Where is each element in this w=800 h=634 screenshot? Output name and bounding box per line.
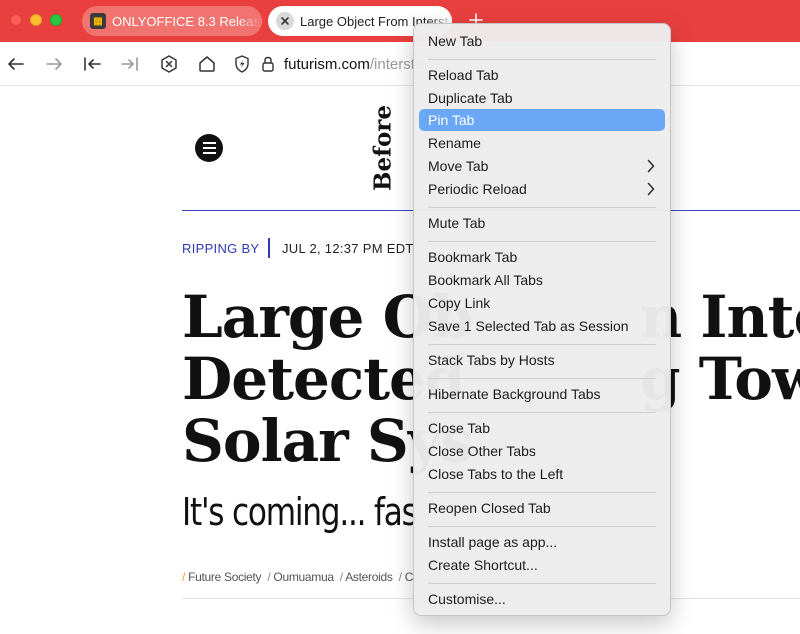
tab-close-icon[interactable] xyxy=(276,12,294,30)
menu-item-close-tab[interactable]: Close Tab xyxy=(419,417,665,439)
article-date: JUL 2, 12:37 PM EDT xyxy=(282,241,414,256)
menu-item-duplicate-tab[interactable]: Duplicate Tab xyxy=(419,87,665,109)
home-icon[interactable] xyxy=(196,53,218,75)
article-tags: / Future Society / Oumuamua / Asteroids … xyxy=(182,570,414,584)
menu-item-install-page-as-app[interactable]: Install page as app... xyxy=(419,531,665,553)
tab-onlyoffice[interactable]: ▦ ONLYOFFICE 8.3 Released xyxy=(82,6,262,36)
url-text[interactable]: futurism.com/interste xyxy=(284,56,423,73)
menu-item-stack-tabs-by-hosts[interactable]: Stack Tabs by Hosts xyxy=(419,349,665,371)
fast-forward-icon[interactable] xyxy=(119,53,141,75)
tag-link[interactable]: Future Society xyxy=(188,570,261,584)
menu-separator xyxy=(428,344,656,345)
menu-item-rename[interactable]: Rename xyxy=(419,132,665,154)
menu-item-periodic-reload[interactable]: Periodic Reload xyxy=(419,178,665,200)
chevron-right-icon xyxy=(647,159,655,173)
window-zoom-button[interactable] xyxy=(50,14,62,26)
menu-item-reopen-closed-tab[interactable]: Reopen Closed Tab xyxy=(419,497,665,519)
menu-item-hibernate-background-tabs[interactable]: Hibernate Background Tabs xyxy=(419,383,665,405)
byline-separator xyxy=(268,238,270,258)
menu-item-reload-tab[interactable]: Reload Tab xyxy=(419,64,665,86)
tag-link[interactable]: C xyxy=(405,570,414,584)
menu-item-copy-link[interactable]: Copy Link xyxy=(419,292,665,314)
article-subhead: It's coming... fas xyxy=(182,490,418,534)
browser-window: ▦ ONLYOFFICE 8.3 Released Large Object F… xyxy=(0,0,800,634)
web-page: Before RIPPING BY JUL 2, 12:37 PM EDT La… xyxy=(0,86,800,634)
menu-item-bookmark-all-tabs[interactable]: Bookmark All Tabs xyxy=(419,269,665,291)
hamburger-menu-icon[interactable] xyxy=(195,134,223,162)
url-domain: futurism.com xyxy=(284,55,370,73)
chevron-right-icon xyxy=(647,182,655,196)
menu-separator xyxy=(428,583,656,584)
menu-item-pin-tab[interactable]: Pin Tab xyxy=(419,109,665,131)
menu-item-close-tabs-left[interactable]: Close Tabs to the Left xyxy=(419,463,665,485)
menu-separator xyxy=(428,207,656,208)
menu-item-create-shortcut[interactable]: Create Shortcut... xyxy=(419,554,665,576)
rewind-icon[interactable] xyxy=(81,53,103,75)
article-byline[interactable]: RIPPING BY xyxy=(182,241,259,256)
menu-separator xyxy=(428,241,656,242)
tab-context-menu: New Tab Reload Tab Duplicate Tab Pin Tab… xyxy=(413,23,671,616)
lock-icon[interactable] xyxy=(260,55,276,73)
menu-separator xyxy=(428,59,656,60)
menu-separator xyxy=(428,492,656,493)
stop-hexagon-icon[interactable] xyxy=(158,53,180,75)
menu-item-save-session[interactable]: Save 1 Selected Tab as Session xyxy=(419,315,665,337)
site-brand-logo[interactable]: Before xyxy=(366,105,400,191)
menu-item-customise[interactable]: Customise... xyxy=(419,588,665,610)
navigation-toolbar: futurism.com/interste xyxy=(0,42,800,86)
menu-item-new-tab[interactable]: New Tab xyxy=(419,30,665,52)
arrow-right-icon[interactable] xyxy=(43,53,65,75)
window-close-button[interactable] xyxy=(10,14,22,26)
menu-separator xyxy=(428,378,656,379)
window-minimize-button[interactable] xyxy=(30,14,42,26)
menu-item-bookmark-tab[interactable]: Bookmark Tab xyxy=(419,246,665,268)
shield-icon[interactable] xyxy=(232,54,252,74)
tag-link[interactable]: Oumuamua xyxy=(273,570,334,584)
menu-item-close-other-tabs[interactable]: Close Other Tabs xyxy=(419,440,665,462)
menu-item-move-tab[interactable]: Move Tab xyxy=(419,155,665,177)
arrow-left-icon[interactable] xyxy=(5,53,27,75)
menu-separator xyxy=(428,526,656,527)
tab-strip: ▦ ONLYOFFICE 8.3 Released Large Object F… xyxy=(0,0,800,42)
menu-separator xyxy=(428,412,656,413)
tag-link[interactable]: Asteroids xyxy=(345,570,393,584)
menu-item-mute-tab[interactable]: Mute Tab xyxy=(419,212,665,234)
onlyoffice-favicon-icon: ▦ xyxy=(90,13,106,29)
